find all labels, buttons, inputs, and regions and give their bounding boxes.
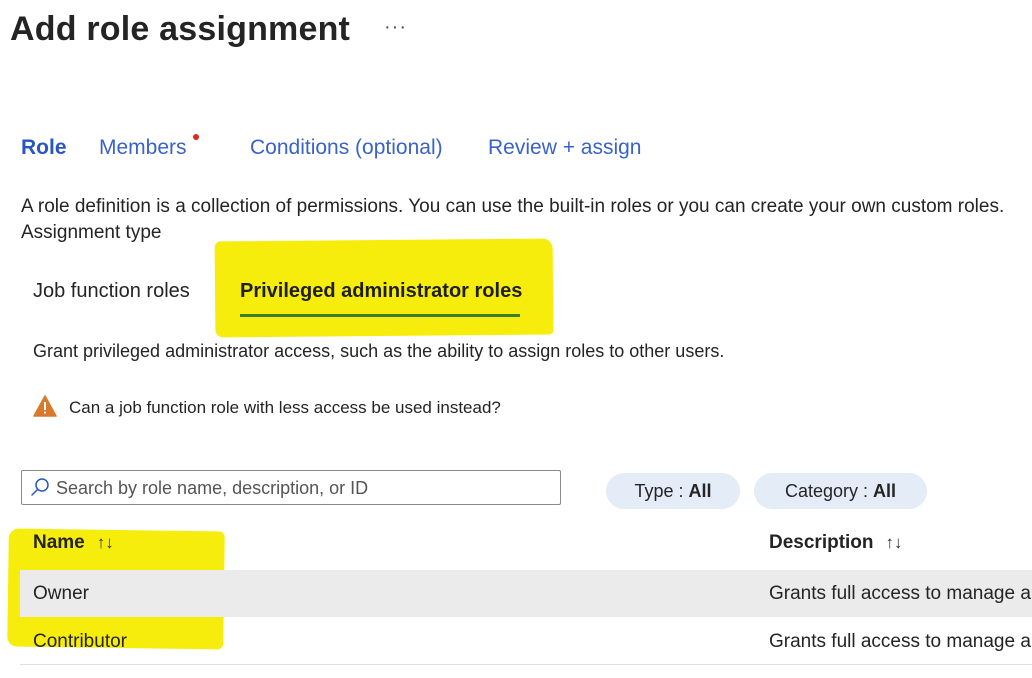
more-options-button[interactable]: ··· bbox=[384, 16, 407, 39]
type-filter-pill[interactable]: Type : All bbox=[606, 473, 740, 509]
active-subtab-underline bbox=[240, 314, 520, 317]
column-header-description-label: Description bbox=[769, 532, 874, 553]
page-title: Add role assignment bbox=[10, 10, 351, 48]
warning-icon bbox=[33, 395, 57, 417]
category-filter-value: All bbox=[873, 480, 897, 501]
role-name-cell: Owner bbox=[33, 583, 89, 604]
column-header-name[interactable]: Name ↑↓ bbox=[33, 532, 114, 554]
tab-conditions[interactable]: Conditions (optional) bbox=[250, 136, 443, 160]
assignment-type-label: Assignment type bbox=[21, 222, 162, 243]
unsaved-indicator-dot bbox=[192, 134, 199, 140]
role-description-cell: Grants full access to manage all resourc… bbox=[769, 583, 1032, 604]
column-header-name-label: Name bbox=[33, 532, 85, 553]
sort-icon: ↑↓ bbox=[885, 533, 903, 552]
column-header-description[interactable]: Description ↑↓ bbox=[769, 532, 903, 554]
role-description-cell: Grants full access to manage all resourc… bbox=[769, 631, 1032, 652]
tab-role[interactable]: Role bbox=[21, 136, 67, 160]
tab-members[interactable]: Members bbox=[99, 134, 199, 160]
role-definition-description: A role definition is a collection of per… bbox=[21, 196, 1005, 217]
subtab-job-function-roles[interactable]: Job function roles bbox=[33, 280, 190, 303]
role-search-box bbox=[21, 470, 561, 505]
search-icon bbox=[31, 478, 49, 496]
type-filter-label: Type : bbox=[634, 480, 684, 501]
role-name-cell: Contributor bbox=[33, 631, 127, 652]
type-filter-value: All bbox=[688, 480, 712, 501]
subtab-privileged-administrator-roles[interactable]: Privileged administrator roles bbox=[240, 280, 522, 303]
privileged-roles-description: Grant privileged administrator access, s… bbox=[33, 341, 725, 361]
table-row[interactable]: Owner Grants full access to manage all r… bbox=[20, 570, 1032, 617]
search-input[interactable] bbox=[56, 475, 552, 501]
category-filter-label: Category : bbox=[784, 480, 869, 501]
table-row[interactable]: Contributor Grants full access to manage… bbox=[20, 618, 1032, 665]
tab-members-label: Members bbox=[99, 136, 187, 159]
warning-text: Can a job function role with less access… bbox=[69, 398, 501, 417]
sort-icon: ↑↓ bbox=[96, 533, 114, 552]
tab-review-assign[interactable]: Review + assign bbox=[488, 136, 642, 160]
category-filter-pill[interactable]: Category : All bbox=[754, 473, 927, 509]
